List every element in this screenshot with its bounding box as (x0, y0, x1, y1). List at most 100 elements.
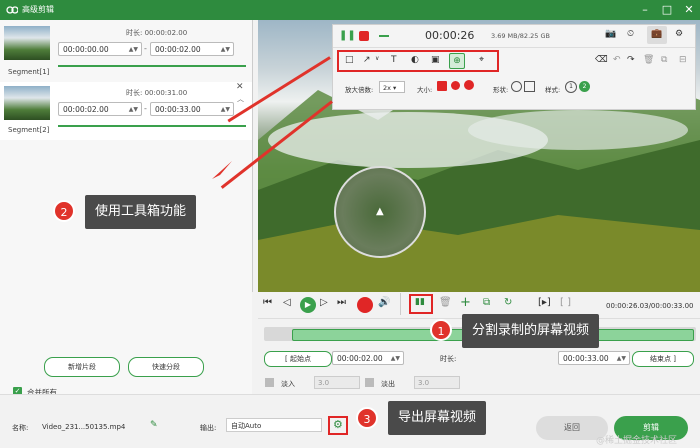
minimize-toolbar-icon[interactable] (379, 35, 389, 37)
mark-in-icon[interactable]: [▸] (538, 297, 551, 308)
zoom-factor-select[interactable]: 2x ▾ (379, 81, 405, 93)
pin-icon[interactable]: ⊟ (679, 55, 687, 65)
style-1-option[interactable]: 1 (565, 81, 577, 93)
start-point-button[interactable]: [ 起始点 (264, 351, 332, 367)
title-bar: 高级剪辑 – □ ✕ (0, 0, 700, 20)
callout-3-badge: 3 (356, 407, 378, 429)
cursor-icon: ▲ (376, 206, 384, 217)
time-display: 00:00:26.03/00:00:33.00 (606, 302, 694, 310)
segment-duration: 时长: 00:00:31.00 (126, 89, 188, 97)
delete-segment-icon[interactable]: ✕ (236, 82, 244, 92)
eraser-icon[interactable]: ⌫ (595, 55, 608, 65)
segment-label: Segment[2] (8, 126, 50, 134)
file-name-value: Video_231...50135.mp4 (42, 423, 126, 431)
segment-end-input[interactable]: 00:00:02.00 ▲▼ (150, 42, 234, 56)
brush-icon[interactable]: ◐ (411, 55, 419, 65)
range-separator: - (144, 104, 147, 113)
skip-to-end-icon[interactable]: ⏭ (337, 297, 346, 308)
copy-icon[interactable]: ⧉ (483, 297, 490, 308)
step-forward-icon[interactable]: ▷ (320, 297, 328, 308)
pause-icon[interactable]: ❚❚ (339, 31, 356, 41)
chevron-down-icon[interactable]: ∨ (375, 55, 379, 62)
maximize-button[interactable]: □ (658, 2, 676, 18)
spotlight-icon[interactable]: ⌖ (479, 55, 484, 65)
callout-1-text: 分割录制的屏幕视频 (462, 314, 600, 348)
split-icon[interactable]: ▮▮ (415, 297, 425, 307)
segment-item[interactable]: Segment[1] 时长: 00:00:02.00 00:00:00.00 ▲▼… (0, 22, 252, 80)
window-title: 高级剪辑 (22, 5, 54, 14)
style-2-option[interactable]: 2 (579, 81, 590, 92)
skip-to-start-icon[interactable]: ⏮ (263, 297, 272, 308)
callout-2-text: 使用工具箱功能 (85, 195, 197, 229)
segment-label: Segment[1] (8, 68, 50, 76)
step-back-icon[interactable]: ◁ (283, 297, 291, 308)
callout-arrowhead-icon (212, 161, 232, 179)
edit-icon[interactable]: ✎ (150, 420, 158, 430)
fade-out-label: 淡出 (381, 380, 395, 388)
redo-icon[interactable]: ↷ (627, 55, 635, 65)
mark-out-icon[interactable]: [ ] (560, 297, 571, 308)
zoom-factor-label: 放大倍数: (345, 86, 374, 94)
output-path-input[interactable]: 自动Auto (226, 418, 322, 432)
app-logo-icon (6, 6, 18, 14)
segment-progress-bar (58, 65, 246, 67)
recording-toolbar: ❚❚ 00:00:26 3.69 MB/82.25 GB 📷 ⏲ 💼 ⚙ □ ↗… (332, 24, 696, 110)
fade-in-input[interactable]: 3.0 (314, 376, 360, 389)
segment-duration: 时长: 00:00:02.00 (126, 29, 188, 37)
undo-icon[interactable]: ↶ (613, 55, 621, 65)
play-button[interactable]: ▶ (300, 297, 316, 313)
end-time-input[interactable]: 00:00:33.00 ▲▼ (558, 351, 630, 365)
chevron-up-icon[interactable]: ︿ (237, 94, 244, 104)
text-icon[interactable]: T (391, 55, 397, 65)
segment-item-selected[interactable]: Segment[2] 时长: 00:00:31.00 00:00:02.00 ▲▼… (0, 82, 252, 140)
toolbox-icon[interactable]: 💼 (651, 29, 662, 39)
callout-3-text: 导出屏幕视频 (388, 401, 487, 435)
zoom-in-icon[interactable]: ⊕ (449, 53, 465, 69)
segment-thumbnail (4, 86, 50, 120)
file-name-label: 名称: (12, 424, 29, 432)
segment-start-input[interactable]: 00:00:00.00 ▲▼ (58, 42, 142, 56)
clock-icon[interactable]: ⏲ (627, 29, 634, 39)
size-large-option[interactable] (464, 80, 474, 90)
record-size: 3.69 MB/82.25 GB (491, 32, 550, 40)
duration-label: 时长: (440, 355, 457, 363)
start-time-input[interactable]: 00:00:02.00 ▲▼ (332, 351, 404, 365)
segment-end-input[interactable]: 00:00:33.00 ▲▼ (150, 102, 234, 116)
size-label: 大小: (417, 86, 433, 94)
size-small-option[interactable] (437, 81, 447, 91)
minimize-button[interactable]: – (636, 2, 654, 18)
arrow-icon[interactable]: ↗ (363, 55, 371, 65)
image-icon[interactable]: ▣ (431, 55, 440, 65)
divider (333, 47, 695, 48)
gear-icon[interactable]: ⚙ (675, 29, 683, 39)
close-button[interactable]: ✕ (680, 2, 698, 18)
copy-icon[interactable]: ⧉ (661, 55, 667, 65)
segment-progress-bar (58, 125, 246, 127)
camera-icon[interactable]: 📷 (605, 29, 616, 39)
fade-in-checkbox[interactable] (265, 378, 274, 387)
stop-record-icon[interactable] (359, 31, 369, 41)
stop-button[interactable] (357, 297, 373, 313)
shape-circle-option[interactable] (511, 81, 522, 92)
fade-in-label: 淡入 (281, 380, 295, 388)
quick-split-button[interactable]: 快速分段 (128, 357, 204, 377)
end-point-button[interactable]: 结束点 ] (632, 351, 694, 367)
range-separator: - (144, 44, 147, 53)
gear-icon[interactable]: ⚙ (333, 418, 343, 431)
style-label: 样式: (545, 86, 561, 94)
rectangle-icon[interactable]: □ (345, 55, 354, 65)
add-icon[interactable]: + (460, 295, 471, 310)
shape-label: 形状: (493, 86, 509, 94)
callout-1-badge: 1 (430, 319, 452, 341)
trash-icon[interactable]: 🗑 (643, 55, 654, 65)
volume-icon[interactable]: 🔊 (378, 297, 390, 308)
reset-icon[interactable]: ↻ (504, 297, 512, 308)
record-timer: 00:00:26 (425, 29, 475, 42)
add-segment-button[interactable]: 新增片段 (44, 357, 120, 377)
trash-icon[interactable]: 🗑 (439, 297, 452, 308)
size-medium-option[interactable] (451, 81, 460, 90)
segment-start-input[interactable]: 00:00:02.00 ▲▼ (58, 102, 142, 116)
shape-square-option[interactable] (524, 81, 535, 92)
fade-out-input[interactable]: 3.0 (414, 376, 460, 389)
fade-out-checkbox[interactable] (365, 378, 374, 387)
